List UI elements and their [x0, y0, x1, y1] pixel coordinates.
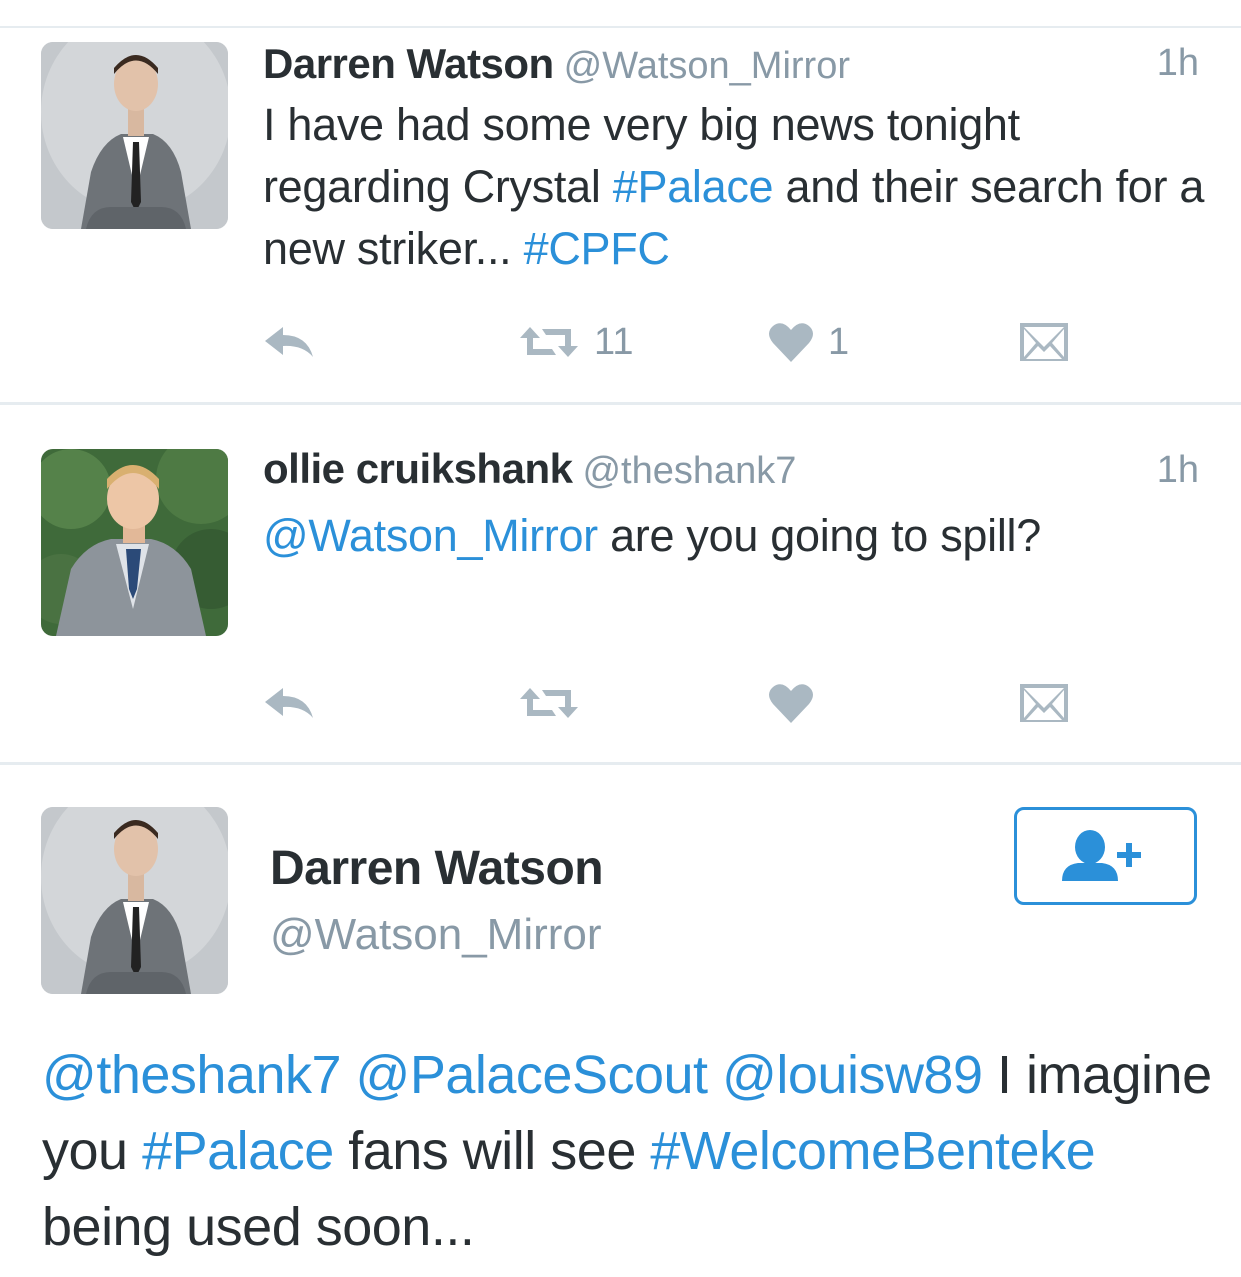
follow-button[interactable]: [1014, 807, 1197, 905]
tweet-text: @theshank7 @PalaceScout @louisw89 I imag…: [42, 1037, 1222, 1265]
retweet-icon: [520, 327, 578, 357]
direct-message-button[interactable]: [1020, 678, 1068, 728]
hashtag-link[interactable]: #Palace: [613, 161, 774, 212]
reply-button[interactable]: [263, 317, 315, 367]
tweet-actions: 11 1: [263, 317, 1083, 367]
hashtag-link[interactable]: #Palace: [142, 1121, 334, 1181]
reply-button[interactable]: [263, 678, 315, 728]
hashtag-link[interactable]: #WelcomeBenteke: [650, 1121, 1095, 1181]
like-button[interactable]: [768, 678, 814, 728]
envelope-icon: [1020, 684, 1068, 722]
user-handle[interactable]: @Watson_Mirror: [564, 45, 850, 87]
tweet-header: Darren Watson @Watson_Mirror: [263, 40, 850, 88]
user-name[interactable]: ollie cruikshank: [263, 445, 573, 492]
text-segment: are you going to spill?: [597, 510, 1041, 561]
user-handle[interactable]: @Watson_Mirror: [270, 910, 602, 960]
mention-link[interactable]: @louisw89: [722, 1045, 983, 1105]
timestamp: 1h: [1156, 42, 1199, 84]
tweet-actions: [263, 678, 1083, 728]
text-segment: [341, 1045, 356, 1105]
envelope-icon: [1020, 323, 1068, 361]
retweet-button[interactable]: 11: [518, 317, 633, 367]
direct-message-button[interactable]: [1020, 317, 1068, 367]
retweet-count: 11: [594, 320, 634, 363]
text-segment: being used soon...: [42, 1197, 475, 1257]
mention-link[interactable]: @Watson_Mirror: [263, 510, 598, 561]
avatar[interactable]: [41, 807, 228, 994]
like-count: 1: [828, 320, 850, 363]
reply-icon: [265, 327, 313, 357]
avatar[interactable]: [41, 42, 228, 229]
tweet-item[interactable]: Darren Watson @Watson_Mirror 1h I have ha…: [0, 28, 1241, 403]
person-in-grey-suit-outdoors-avatar: [41, 449, 228, 636]
tweet-item[interactable]: ollie cruikshank @theshank7 1h @Watson_Mi…: [0, 405, 1241, 762]
text-segment: fans will see: [333, 1121, 651, 1181]
timestamp: 1h: [1156, 449, 1199, 491]
user-name[interactable]: Darren Watson: [263, 40, 554, 87]
mention-link[interactable]: @PalaceScout: [356, 1045, 709, 1105]
retweet-icon: [520, 688, 578, 718]
avatar[interactable]: [41, 449, 228, 636]
add-user-icon: [1061, 830, 1141, 881]
text-segment: [708, 1045, 723, 1105]
user-handle[interactable]: @theshank7: [582, 450, 796, 492]
heart-icon: [769, 684, 813, 723]
like-button[interactable]: 1: [768, 317, 849, 367]
heart-icon: [769, 323, 813, 362]
reply-icon: [265, 688, 313, 718]
tweet-header: ollie cruikshank @theshank7: [263, 445, 796, 493]
user-name[interactable]: Darren Watson: [270, 841, 604, 896]
tweet-detail: Darren Watson @Watson_Mirror @theshank7 …: [0, 765, 1241, 1277]
tweet-text: I have had some very big news tonight re…: [263, 94, 1213, 280]
hashtag-link[interactable]: #CPFC: [524, 223, 670, 274]
person-in-grey-suit-avatar: [41, 807, 228, 994]
mention-link[interactable]: @theshank7: [42, 1045, 342, 1105]
tweet-text: @Watson_Mirror are you going to spill?: [263, 505, 1213, 567]
retweet-button[interactable]: [518, 678, 580, 728]
person-in-grey-suit-avatar: [41, 42, 228, 229]
